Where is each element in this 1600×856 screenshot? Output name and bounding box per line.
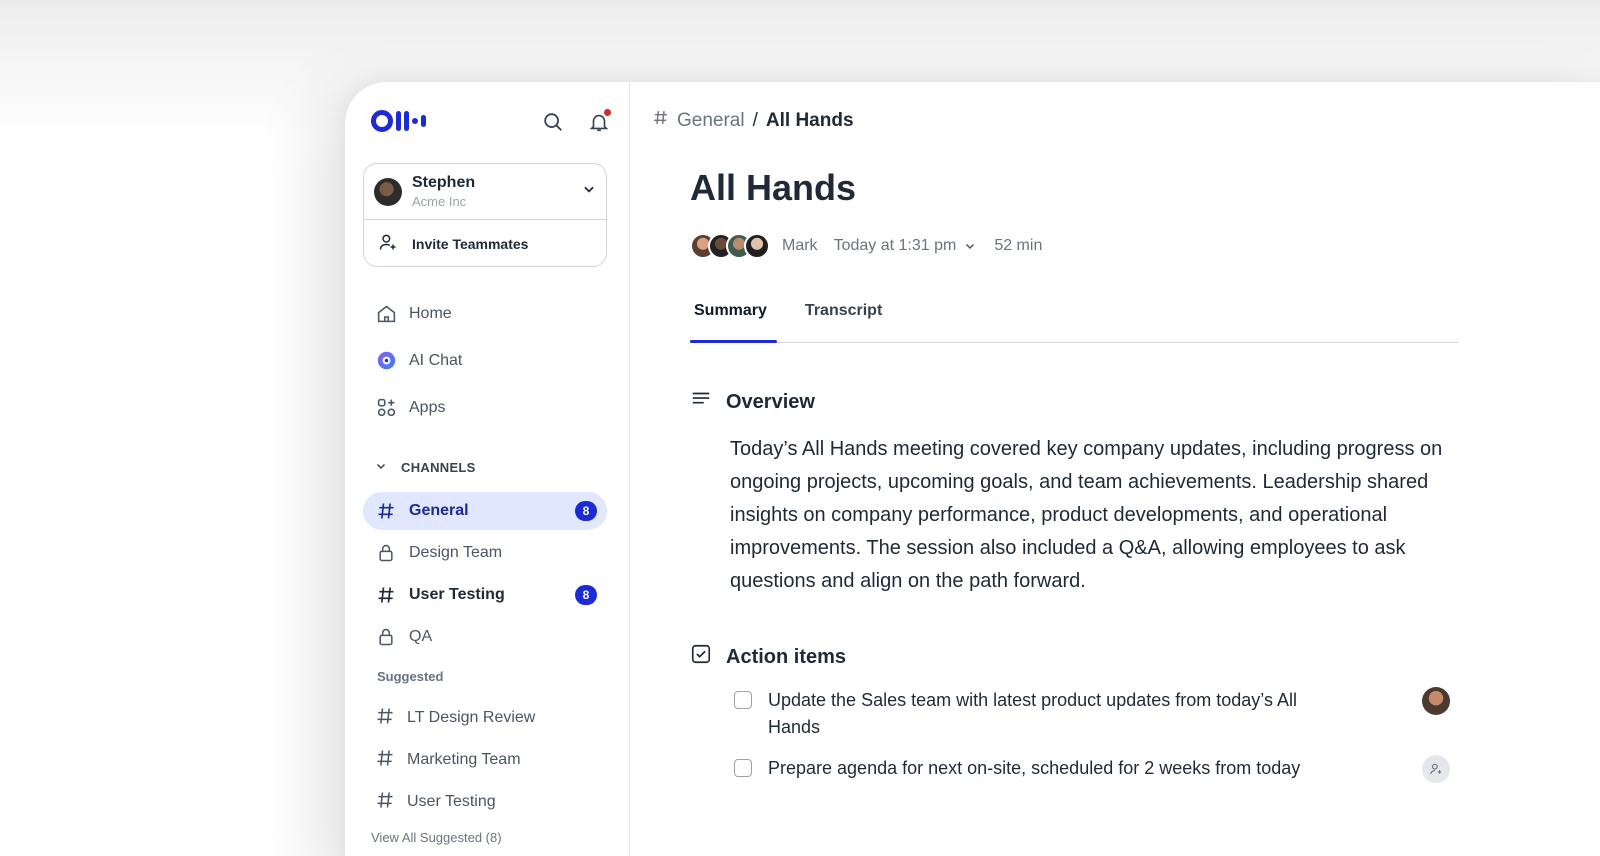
channel-user-testing[interactable]: User Testing 8 (363, 576, 607, 614)
bell-icon[interactable] (587, 109, 611, 134)
breadcrumb-separator: / (752, 109, 758, 131)
action-item-text: Prepare agenda for next on-site, schedul… (768, 758, 1301, 778)
hash-icon (375, 500, 397, 522)
sidebar: Stephen Acme Inc Invite Teammates Home A… (345, 82, 630, 856)
nav-ai-chat[interactable]: AI Chat (363, 337, 607, 384)
meeting-meta: Mark Today at 1:31 pm 52 min (690, 233, 1042, 259)
chevron-down-icon[interactable] (964, 240, 976, 252)
tab-bar: Summary Transcript (690, 289, 1458, 343)
overview-title: Overview (726, 390, 815, 413)
lock-icon (375, 626, 397, 648)
channel-design-team[interactable]: Design Team (363, 534, 607, 572)
hash-icon (375, 706, 395, 731)
notification-dot (604, 109, 611, 116)
channel-label: General (409, 502, 469, 519)
nav-ai-chat-label: AI Chat (409, 351, 463, 369)
page-title: All Hands (690, 167, 857, 208)
action-item-checkbox[interactable] (734, 691, 752, 709)
channels-header[interactable]: CHANNELS (375, 460, 476, 475)
channel-label: Design Team (409, 544, 503, 561)
action-item: Prepare agenda for next on-site, schedul… (730, 755, 1470, 783)
main-nav: Home AI Chat Apps (363, 290, 607, 431)
nav-apps[interactable]: Apps (363, 384, 607, 431)
text-lines-icon (690, 388, 712, 416)
otter-logo[interactable] (371, 110, 426, 132)
apps-icon (375, 397, 397, 419)
nav-home[interactable]: Home (363, 290, 607, 337)
suggested-label: Marketing Team (407, 751, 521, 768)
hash-icon (652, 109, 669, 132)
account-card: Stephen Acme Inc Invite Teammates (363, 163, 607, 267)
tab-summary[interactable]: Summary (690, 289, 777, 343)
account-switcher[interactable]: Stephen Acme Inc (364, 164, 606, 220)
suggested-list: LT Design Review Marketing Team User Tes… (363, 697, 607, 823)
suggested-user-testing[interactable]: User Testing (363, 781, 607, 823)
suggested-lt-design-review[interactable]: LT Design Review (363, 697, 607, 739)
add-assignee-icon[interactable] (1422, 755, 1450, 783)
overview-header: Overview (690, 388, 815, 416)
meeting-owner: Mark (782, 237, 818, 254)
breadcrumb-channel[interactable]: General (677, 110, 745, 132)
nav-apps-label: Apps (409, 398, 446, 416)
app-window: Stephen Acme Inc Invite Teammates Home A… (345, 82, 1600, 856)
avatar (744, 233, 770, 259)
action-item-text: Update the Sales team with latest produc… (768, 690, 1297, 737)
suggested-label: LT Design Review (407, 709, 536, 726)
action-items-header: Action items (690, 643, 846, 671)
action-items-list: Update the Sales team with latest produc… (730, 687, 1470, 796)
invite-label: Invite Teammates (412, 235, 529, 252)
suggested-marketing-team[interactable]: Marketing Team (363, 739, 607, 781)
hash-icon (375, 748, 395, 773)
meeting-duration: 52 min (994, 237, 1043, 254)
account-name: Stephen (412, 174, 476, 191)
action-item: Update the Sales team with latest produc… (730, 687, 1470, 741)
unread-badge: 8 (575, 501, 597, 521)
action-item-checkbox[interactable] (734, 759, 752, 777)
search-icon[interactable] (541, 110, 565, 134)
chevron-down-icon (582, 182, 596, 201)
suggested-header: Suggested (377, 669, 444, 684)
ai-chat-icon (375, 350, 397, 372)
avatar (374, 177, 402, 206)
checkbox-checked-icon (690, 643, 712, 671)
action-items-title: Action items (726, 645, 847, 668)
participant-avatars[interactable] (690, 233, 770, 259)
unread-badge: 8 (575, 585, 597, 605)
breadcrumb-current: All Hands (765, 109, 854, 131)
main-content: General / All Hands All Hands Mark Today… (630, 82, 1600, 856)
lock-icon (375, 542, 397, 564)
add-user-icon (378, 232, 398, 255)
channel-qa[interactable]: QA (363, 618, 607, 656)
tab-transcript[interactable]: Transcript (801, 289, 886, 342)
avatar[interactable] (1422, 687, 1450, 715)
suggested-label: User Testing (407, 793, 496, 810)
home-icon (375, 303, 397, 325)
channels-header-label: CHANNELS (401, 460, 476, 475)
channel-general[interactable]: General 8 (363, 492, 607, 530)
hash-icon (375, 584, 397, 606)
meeting-date[interactable]: Today at 1:31 pm (834, 237, 957, 255)
channel-label: User Testing (409, 586, 505, 603)
channel-label: QA (409, 628, 433, 645)
account-org: Acme Inc (412, 194, 467, 209)
channel-list: General 8 Design Team User Testing 8 QA (363, 492, 607, 660)
overview-text: Today’s All Hands meeting covered key co… (730, 438, 1443, 592)
hash-icon (375, 790, 395, 815)
nav-home-label: Home (409, 304, 452, 322)
view-all-suggested-link[interactable]: View All Suggested (8) (371, 830, 502, 845)
breadcrumb: General / All Hands (652, 109, 854, 132)
chevron-down-icon (375, 460, 387, 475)
invite-teammates-button[interactable]: Invite Teammates (364, 220, 606, 267)
